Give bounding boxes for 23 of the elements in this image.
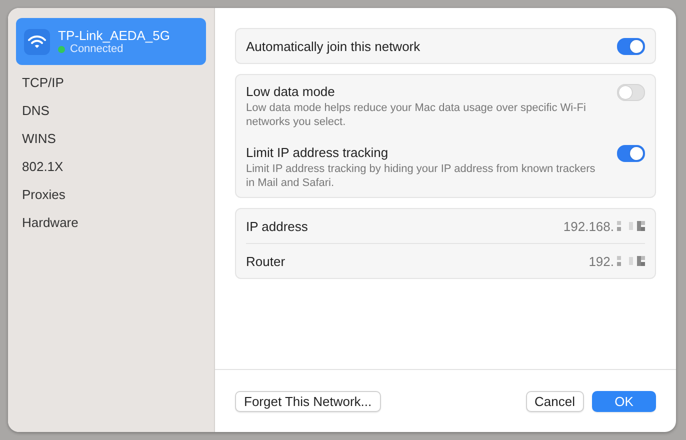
sidebar-item[interactable]: Proxies bbox=[16, 181, 206, 209]
row-label: IP address bbox=[246, 218, 308, 234]
row-value: 192. bbox=[588, 254, 614, 268]
cancel-button[interactable]: Cancel bbox=[526, 390, 584, 412]
row-description: Limit IP address tracking by hiding your IP address from known trackers in Mail and Safari. bbox=[246, 162, 596, 190]
forget-network-button[interactable]: Forget This Network... bbox=[235, 390, 381, 412]
sidebar-item[interactable]: DNS bbox=[16, 97, 206, 125]
status-text: Connected bbox=[70, 43, 124, 55]
sidebar-item[interactable]: WINS bbox=[16, 125, 206, 153]
row-label: Automatically join this network bbox=[246, 38, 420, 54]
sidebar-item[interactable]: Hardware bbox=[16, 209, 206, 237]
row-value: 192.168. bbox=[563, 218, 614, 234]
row-label: Limit IP address tracking bbox=[246, 145, 390, 160]
row-label: Low data mode bbox=[246, 84, 336, 99]
row-label: Router bbox=[246, 254, 286, 268]
wifi-icon bbox=[24, 28, 50, 54]
sidebar-item[interactable]: TCP/IP bbox=[16, 69, 206, 97]
toggle-switch[interactable] bbox=[617, 145, 645, 162]
ok-button[interactable]: OK bbox=[592, 390, 656, 412]
row-description: Low data mode helps reduce your Mac data usage over specific Wi-Fi networks you select. bbox=[246, 101, 587, 129]
sidebar-item[interactable]: 802.1X bbox=[16, 153, 206, 181]
toggle-switch[interactable] bbox=[617, 38, 645, 54]
network-name: TP-Link_AEDA_5G bbox=[58, 28, 170, 43]
